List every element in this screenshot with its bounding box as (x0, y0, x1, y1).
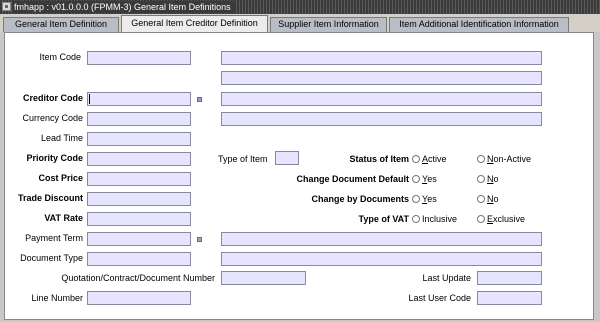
payment-term-label: Payment Term (25, 233, 83, 243)
tab-item-additional-identification[interactable]: Item Additional Identification Informati… (389, 17, 569, 32)
payment-term-lov-button[interactable] (197, 237, 202, 242)
item-description-field[interactable] (221, 51, 542, 65)
change-default-yes-label: Yes (422, 174, 437, 184)
window-title: fmhapp : v01.0.0.0 (FPMM-3) General Item… (14, 1, 234, 13)
priority-code-label: Priority Code (26, 153, 83, 163)
trade-discount-field[interactable] (87, 192, 191, 206)
title-bar: fmhapp : v01.0.0.0 (FPMM-3) General Item… (0, 0, 600, 14)
status-active-label: Active (422, 154, 447, 164)
creditor-name-field[interactable] (221, 92, 542, 106)
last-user-code-field[interactable] (477, 291, 542, 305)
priority-code-field[interactable] (87, 152, 191, 166)
item-code-field[interactable] (87, 51, 191, 65)
vat-rate-label: VAT Rate (44, 213, 83, 223)
status-of-item-label: Status of Item (349, 154, 409, 164)
status-active-radio[interactable] (412, 155, 420, 163)
change-document-default-label: Change Document Default (296, 174, 409, 184)
creditor-code-field[interactable] (87, 92, 191, 106)
payment-term-description-field[interactable] (221, 232, 542, 246)
change-by-docs-no-radio[interactable] (477, 195, 485, 203)
vat-inclusive-label: Inclusive (422, 214, 458, 224)
document-type-description-field[interactable] (221, 252, 542, 266)
tab-general-item-creditor-definition[interactable]: General Item Creditor Definition (121, 15, 268, 33)
change-by-documents-label: Change by Documents (311, 194, 409, 204)
last-update-field[interactable] (477, 271, 542, 285)
change-by-docs-yes-label: Yes (422, 194, 437, 204)
lead-time-label: Lead Time (40, 133, 83, 143)
cost-price-label: Cost Price (38, 173, 83, 183)
creditor-code-label: Creditor Code (22, 93, 83, 103)
item-description-2-field[interactable] (221, 71, 542, 85)
creditor-lov-button[interactable] (197, 97, 202, 102)
payment-term-field[interactable] (87, 232, 191, 246)
status-non-active-radio[interactable] (477, 155, 485, 163)
change-default-yes-radio[interactable] (412, 175, 420, 183)
item-code-label: Item Code (39, 52, 81, 62)
quotation-number-label: Quotation/Contract/Document Number (61, 273, 215, 283)
change-default-no-radio[interactable] (477, 175, 485, 183)
text-cursor (89, 94, 90, 104)
cost-price-field[interactable] (87, 172, 191, 186)
type-of-vat-label: Type of VAT (358, 214, 410, 224)
document-type-label: Document Type (20, 253, 83, 263)
tab-supplier-item-information[interactable]: Supplier Item Information (270, 17, 387, 32)
document-type-field[interactable] (87, 252, 191, 266)
change-by-docs-yes-radio[interactable] (412, 195, 420, 203)
currency-code-label: Currency Code (22, 113, 83, 123)
vat-exclusive-radio[interactable] (477, 215, 485, 223)
tab-bar: General Item Definition General Item Cre… (0, 14, 600, 33)
trade-discount-label: Trade Discount (17, 193, 83, 203)
vat-exclusive-label: Exclusive (487, 214, 526, 224)
vat-inclusive-radio[interactable] (412, 215, 420, 223)
type-of-item-field[interactable] (275, 151, 299, 165)
change-by-docs-no-label: No (487, 194, 499, 204)
line-number-label: Line Number (31, 293, 83, 303)
form-panel: Item Code Creditor Code Currency Code Le… (4, 32, 594, 320)
change-default-no-label: No (487, 174, 499, 184)
quotation-number-field[interactable] (221, 271, 306, 285)
last-update-label: Last Update (422, 273, 471, 283)
vat-rate-field[interactable] (87, 212, 191, 226)
status-non-active-label: Non-Active (487, 154, 532, 164)
app-icon (2, 2, 11, 11)
line-number-field[interactable] (87, 291, 191, 305)
currency-description-field[interactable] (221, 112, 542, 126)
type-of-item-label: Type of Item (218, 154, 268, 164)
last-user-code-label: Last User Code (408, 293, 471, 303)
tab-general-item-definition[interactable]: General Item Definition (3, 17, 119, 32)
lead-time-field[interactable] (87, 132, 191, 146)
currency-code-field[interactable] (87, 112, 191, 126)
